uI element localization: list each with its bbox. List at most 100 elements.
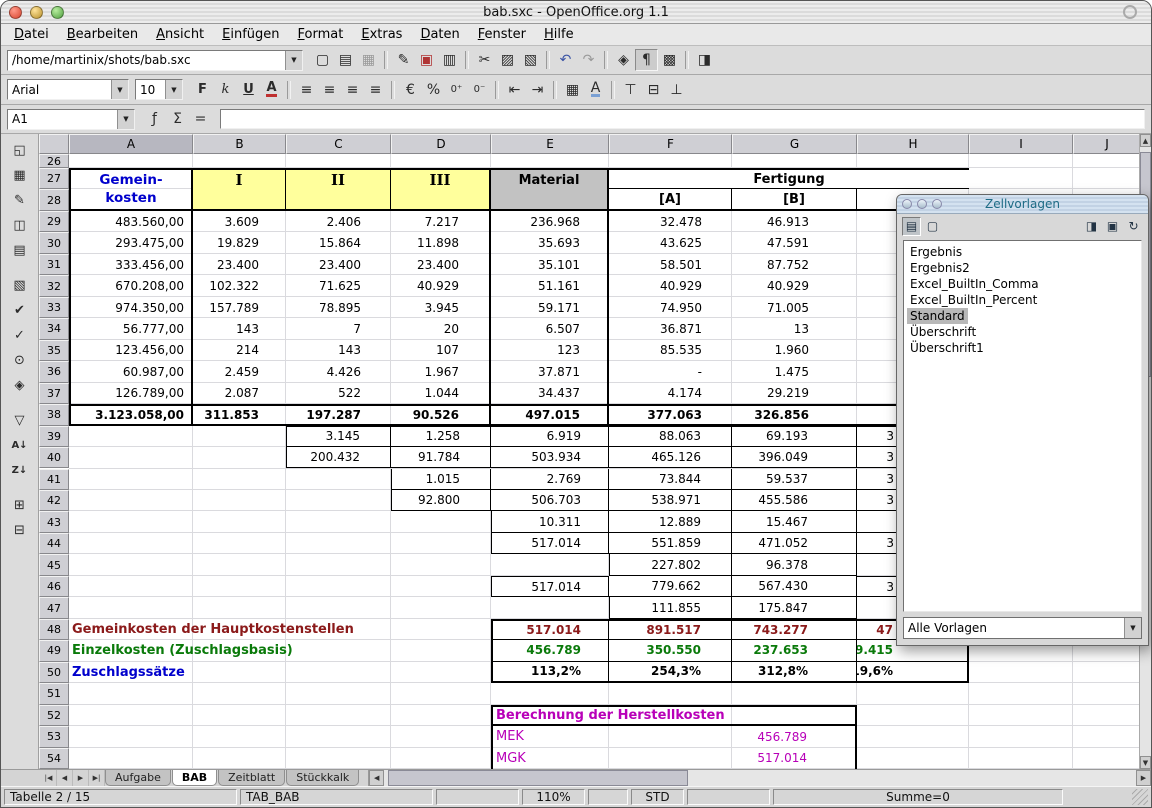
- sheet-tab-bab[interactable]: BAB: [172, 770, 217, 786]
- menu-hilfe[interactable]: Hilfe: [535, 26, 583, 43]
- page-styles-icon[interactable]: ▢: [923, 217, 942, 236]
- row-header-44[interactable]: 44: [39, 533, 69, 554]
- sum-icon[interactable]: Σ: [166, 108, 189, 130]
- cell-G49[interactable]: 237.653: [732, 640, 857, 661]
- cell-C29[interactable]: 2.406: [286, 211, 391, 232]
- cell-F35[interactable]: 85.535: [609, 340, 732, 361]
- url-dropdown-arrow[interactable]: ▼: [285, 51, 302, 70]
- scroll-up-button[interactable]: ▲: [1140, 134, 1151, 147]
- underline-button[interactable]: U: [237, 79, 260, 101]
- cell-C36[interactable]: 4.426: [286, 361, 391, 382]
- cell-H50[interactable]: 119,6%: [857, 662, 969, 683]
- align-center-icon[interactable]: ≡: [318, 79, 341, 101]
- row-header-47[interactable]: 47: [39, 597, 69, 618]
- first-sheet-button[interactable]: |◀: [41, 770, 57, 786]
- formula-input[interactable]: [220, 109, 1145, 129]
- name-box[interactable]: A1 ▼: [7, 109, 135, 130]
- cell-C35[interactable]: 143: [286, 340, 391, 361]
- sheet-tab-zeitblatt[interactable]: Zeitblatt: [218, 770, 285, 786]
- align-left-icon[interactable]: ≡: [295, 79, 318, 101]
- row-header-48[interactable]: 48: [39, 619, 69, 640]
- navigator-icon[interactable]: ◈: [612, 49, 635, 71]
- style-item-ergebnis[interactable]: Ergebnis: [907, 244, 965, 260]
- cell-G28[interactable]: [B]: [732, 189, 857, 210]
- function-autopilot-icon[interactable]: ƒ: [143, 108, 166, 130]
- percent-icon[interactable]: %: [422, 79, 445, 101]
- sum-field[interactable]: Summe=0: [773, 789, 1063, 805]
- cell-E46[interactable]: 517.014: [491, 576, 609, 597]
- form-functions-icon[interactable]: ◫: [7, 214, 33, 237]
- row-header-33[interactable]: 33: [39, 297, 69, 318]
- borders-icon[interactable]: ▦: [561, 79, 584, 101]
- autofilter-icon[interactable]: ▽: [7, 409, 33, 432]
- cell-A50[interactable]: Zuschlagssätze: [69, 662, 491, 683]
- insert-mode-field[interactable]: STD: [631, 789, 684, 805]
- cell-E44[interactable]: 517.014: [491, 533, 609, 554]
- open-icon[interactable]: ▤: [334, 49, 357, 71]
- menu-extras[interactable]: Extras: [352, 26, 411, 43]
- cell-F30[interactable]: 43.625: [609, 232, 732, 253]
- cell-D39[interactable]: 1.258: [391, 426, 491, 447]
- cell-G40[interactable]: 396.049: [732, 447, 857, 468]
- cell-F34[interactable]: 36.871: [609, 318, 732, 339]
- cell-E39[interactable]: 6.919: [491, 426, 609, 447]
- paste-icon[interactable]: ▧: [519, 49, 542, 71]
- row-header-54[interactable]: 54: [39, 748, 69, 769]
- cell-D40[interactable]: 91.784: [391, 447, 491, 468]
- cell-G38[interactable]: 326.856: [732, 404, 857, 425]
- align-bottom-icon[interactable]: ⊥: [665, 79, 688, 101]
- menu-datei[interactable]: Datei: [5, 26, 58, 43]
- last-sheet-button[interactable]: ▶|: [89, 770, 105, 786]
- row-header-51[interactable]: 51: [39, 683, 69, 704]
- cell-G37[interactable]: 29.219: [732, 383, 857, 404]
- font-size-combobox[interactable]: 10 ▼: [135, 79, 183, 100]
- cell-F50[interactable]: 254,3%: [609, 662, 732, 683]
- cell-E32[interactable]: 51.161: [491, 275, 609, 296]
- cell-G35[interactable]: 1.960: [732, 340, 857, 361]
- cell-A37[interactable]: 126.789,00: [69, 383, 193, 404]
- cell-E42[interactable]: 506.703: [491, 490, 609, 511]
- row-header-27[interactable]: 27: [39, 168, 69, 189]
- row-header-32[interactable]: 32: [39, 275, 69, 296]
- update-style-icon[interactable]: ↻: [1124, 217, 1143, 236]
- insert-icon[interactable]: ◱: [7, 139, 33, 162]
- column-header-F[interactable]: F: [609, 134, 732, 154]
- print-icon[interactable]: ▥: [438, 49, 461, 71]
- cell-F47[interactable]: 111.855: [609, 597, 732, 618]
- style-item-ergebnis2[interactable]: Ergebnis2: [907, 260, 973, 276]
- cell-G45[interactable]: 96.378: [732, 554, 857, 575]
- autoformat-icon[interactable]: ▤: [7, 239, 33, 262]
- titlebar[interactable]: bab.sxc - OpenOffice.org 1.1: [1, 1, 1151, 24]
- sort-ascending-icon[interactable]: A↓: [7, 434, 33, 457]
- cell-C40[interactable]: 200.432: [286, 447, 391, 468]
- cell-E36[interactable]: 37.871: [491, 361, 609, 382]
- maximize-button[interactable]: [51, 6, 64, 19]
- cell-F33[interactable]: 74.950: [609, 297, 732, 318]
- cell-D41[interactable]: 1.015: [391, 469, 491, 490]
- cell-E29[interactable]: 236.968: [491, 211, 609, 232]
- spellcheck-icon[interactable]: ✔: [7, 299, 33, 322]
- hscroll-thumb[interactable]: [388, 770, 688, 786]
- font-size-arrow[interactable]: ▼: [165, 80, 182, 99]
- row-header-38[interactable]: 38: [39, 404, 69, 425]
- font-color-button[interactable]: A: [260, 79, 283, 101]
- cell-F43[interactable]: 12.889: [609, 511, 732, 532]
- cell-F31[interactable]: 58.501: [609, 254, 732, 275]
- cell-A36[interactable]: 60.987,00: [69, 361, 193, 382]
- increase-indent-icon[interactable]: ⇥: [526, 79, 549, 101]
- cell-G29[interactable]: 46.913: [732, 211, 857, 232]
- cell-G32[interactable]: 40.929: [732, 275, 857, 296]
- cell-C39[interactable]: 3.145: [286, 426, 391, 447]
- menu-daten[interactable]: Daten: [411, 26, 468, 43]
- cell-F28[interactable]: [A]: [609, 189, 732, 210]
- choose-themes-icon[interactable]: ▧: [7, 274, 33, 297]
- align-right-icon[interactable]: ≡: [341, 79, 364, 101]
- cell-E34[interactable]: 6.507: [491, 318, 609, 339]
- menu-format[interactable]: Format: [289, 26, 353, 43]
- cell-B32[interactable]: 102.322: [193, 275, 286, 296]
- scroll-left-button[interactable]: ◀: [369, 770, 384, 786]
- group-icon[interactable]: ⊞: [7, 494, 33, 517]
- cell-styles-icon[interactable]: ▤: [902, 217, 921, 236]
- new-document-icon[interactable]: ▢: [311, 49, 334, 71]
- add-decimal-icon[interactable]: 0⁺: [445, 79, 468, 101]
